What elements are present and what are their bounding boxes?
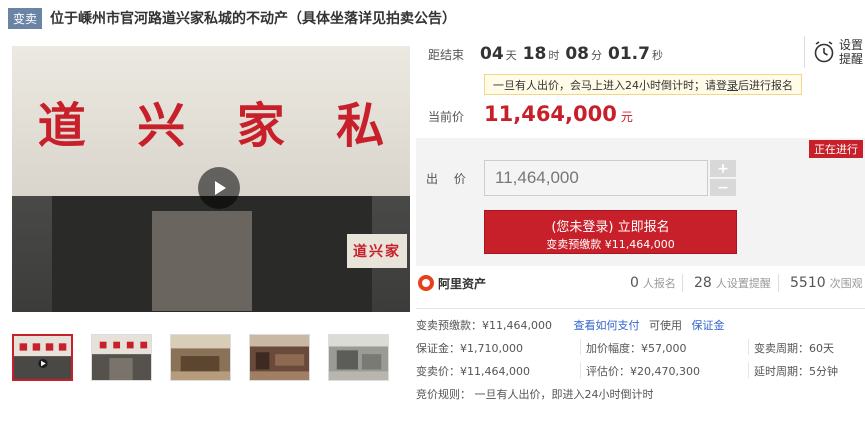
page-title: 位于嵊州市官河路道兴家私城的不动产（具体坐落详见拍卖公告） (50, 11, 457, 27)
appraisal-item: 评估价：¥20,470,300 (586, 365, 700, 378)
registrations-count: 0 (630, 275, 639, 291)
thumbnail-4[interactable] (249, 334, 310, 381)
register-button-label: (您未登录) 立即报名 (551, 220, 670, 235)
category-tag: 变卖 (8, 7, 43, 29)
reminders-stat: 28 人设置提醒 (694, 275, 771, 291)
alarm-clock-icon (814, 41, 834, 63)
increment-item: 加价幅度：¥57,000 (586, 342, 687, 355)
views-label: 次围观 (829, 277, 863, 290)
thumbnail-image (92, 335, 151, 380)
countdown-days: 04 (480, 44, 504, 64)
countdown-label: 距结束 (428, 48, 465, 62)
main-photo[interactable]: 道 兴 家 私 道兴家 (12, 46, 410, 312)
set-reminder-button[interactable]: 设置提醒 (804, 36, 865, 68)
divider (748, 362, 749, 378)
reminders-label: 人设置提醒 (715, 277, 771, 290)
thumbnail-3[interactable] (170, 334, 231, 381)
stats-row: 阿里资产 0 人报名 28 人设置提醒 5510 次围观 (416, 272, 865, 294)
bid-notice: 一旦有人出价，会马上进入24小时倒计时；请登录后进行报名 (484, 74, 802, 95)
delay-item: 延时周期：5分钟 (754, 365, 838, 378)
views-count: 5510 (790, 275, 826, 291)
deposit-line: 变卖预缴款：¥11,464,000 查看如何支付 可使用 保证金 (416, 317, 724, 333)
alibaba-logo-icon (418, 275, 434, 291)
divider (804, 36, 805, 68)
bid-area: 正在进行 出 价 11,464,000 + − (您未登录) 立即报名 变卖预缴… (416, 138, 865, 266)
period-item: 变卖周期：60天 (754, 342, 834, 355)
shop-sign-char: 家 (236, 98, 285, 154)
views-stat: 5510 次围观 (790, 275, 863, 291)
alibaba-assets-logo[interactable]: 阿里资产 (418, 275, 486, 292)
thumbnail-2[interactable] (91, 334, 152, 381)
registrations-label: 人报名 (642, 277, 676, 290)
divider (778, 274, 779, 292)
notice-text: 一旦有人出价，会马上进入24小时倒计时；请登 (493, 78, 727, 92)
divider (580, 339, 581, 355)
countdown-seconds-unit: 秒 (651, 49, 663, 62)
how-to-pay-link[interactable]: 查看如何支付 (573, 319, 639, 332)
side-sign: 道兴家 (347, 234, 407, 268)
bid-stepper: + − (710, 160, 736, 198)
shop-sign-char: 兴 (137, 98, 186, 154)
countdown: 距结束 04 天 18 时 08 分 01.7 秒 (428, 44, 669, 64)
title-row: 变卖 位于嵊州市官河路道兴家私城的不动产（具体坐落详见拍卖公告） (8, 7, 457, 29)
notice-text-after: 后进行报名 (738, 78, 793, 92)
sale-price-item: 变卖价：¥11,464,000 (416, 365, 530, 378)
set-reminder-label: 设置提醒 (839, 38, 864, 66)
current-price: 当前价 11,464,000 元 (428, 102, 633, 126)
current-price-value: 11,464,000 (484, 102, 617, 126)
bid-rule: 竞价规则： 一旦有人出价，即进入24小时倒计时 (416, 388, 654, 401)
deposit-label: 变卖预缴款：¥11,464,000 (416, 319, 552, 332)
divider (748, 339, 749, 355)
current-price-unit: 元 (620, 110, 633, 124)
auction-info: 变卖预缴款：¥11,464,000 查看如何支付 可使用 保证金 保证金：¥1,… (416, 308, 865, 401)
register-now-button[interactable]: (您未登录) 立即报名 变卖预缴款 ¥11,464,000 (484, 210, 737, 254)
thumbnail-image (329, 335, 388, 380)
deposit-loan-link[interactable]: 保证金 (691, 319, 724, 332)
thumbnail-5[interactable] (328, 334, 389, 381)
register-button-deposit: 变卖预缴款 ¥11,464,000 (546, 238, 675, 251)
divider (682, 274, 683, 292)
current-price-label: 当前价 (428, 110, 465, 124)
deposit-note: 可使用 (648, 319, 682, 332)
decrease-bid-button[interactable]: − (710, 179, 736, 196)
shop-entrance (152, 211, 252, 311)
increase-bid-button[interactable]: + (710, 160, 736, 177)
video-play-button[interactable] (198, 167, 240, 209)
shop-sign-char: 私 (336, 98, 385, 154)
countdown-hours: 18 (522, 44, 547, 64)
shop-sign-char: 道 (37, 98, 86, 154)
thumbnail-1[interactable] (12, 334, 73, 381)
login-link[interactable]: 录 (727, 77, 738, 93)
countdown-days-unit: 天 (505, 49, 517, 62)
shop-sign: 道 兴 家 私 (12, 86, 410, 156)
bid-amount-input[interactable]: 11,464,000 (484, 160, 708, 196)
countdown-minutes: 08 (565, 44, 590, 64)
registrations-stat: 0 人报名 (630, 275, 676, 291)
status-badge: 正在进行 (809, 140, 863, 158)
thumbnail-image (14, 336, 71, 379)
countdown-seconds: 01.7 (608, 44, 650, 64)
divider (580, 362, 581, 378)
brand-name: 阿里资产 (438, 276, 487, 291)
thumbnail-strip (12, 334, 407, 381)
thumbnail-image (171, 335, 230, 380)
bond-item: 保证金：¥1,710,000 (416, 342, 523, 355)
reminders-count: 28 (694, 275, 712, 291)
bid-label: 出 价 (426, 172, 472, 186)
play-icon (215, 181, 226, 195)
thumbnail-image (250, 335, 309, 380)
countdown-minutes-unit: 分 (591, 49, 603, 62)
countdown-hours-unit: 时 (548, 49, 560, 62)
